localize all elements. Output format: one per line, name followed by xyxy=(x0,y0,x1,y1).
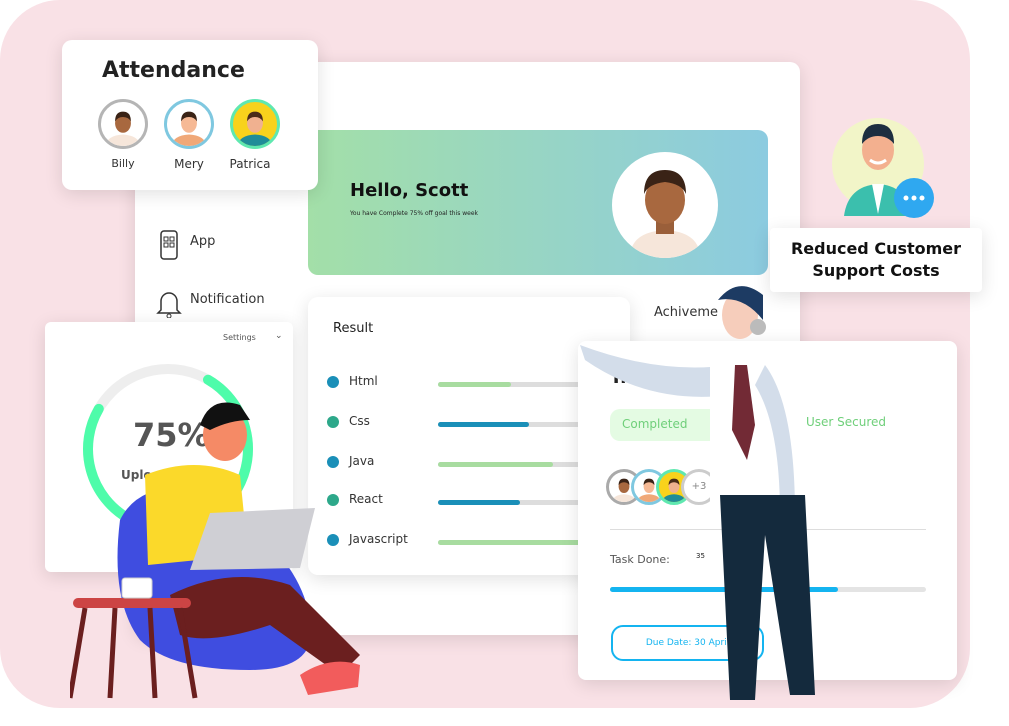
support-costs-label: Reduced Customer Support Costs xyxy=(770,228,982,292)
settings-label: Settings xyxy=(223,333,256,342)
support-line-1: Reduced Customer xyxy=(790,239,962,258)
sidebar-item-notification[interactable]: Notification xyxy=(156,288,276,320)
man-on-beanbag-illustration xyxy=(70,402,360,699)
avatar-billy[interactable] xyxy=(98,99,148,149)
user-avatar xyxy=(612,152,718,258)
greeting-title: Hello, Scott xyxy=(350,180,469,201)
result-progress-fill xyxy=(438,422,529,427)
chevron-down-icon: ⌄ xyxy=(275,331,283,341)
result-title: Result xyxy=(333,321,374,336)
settings-dropdown[interactable]: Settings ⌄ xyxy=(223,331,287,342)
result-progress-fill xyxy=(438,540,584,545)
result-progress-fill xyxy=(438,382,511,387)
attendance-card: Attendance Billy Mery Patrica xyxy=(62,40,318,190)
sidebar-item-label: Notification xyxy=(190,292,265,307)
bell-icon xyxy=(156,292,182,318)
avatar-patrica[interactable] xyxy=(230,99,280,149)
avatar-mery[interactable] xyxy=(164,99,214,149)
attendance-title: Attendance xyxy=(102,58,245,83)
support-agent-illustration xyxy=(832,112,936,222)
result-progress-fill xyxy=(438,500,520,505)
result-dot xyxy=(327,376,339,388)
sidebar-item-app[interactable]: App xyxy=(160,230,280,262)
greeting-subtitle: You have Complete 75% off goal this week xyxy=(350,210,479,217)
support-line-2: Support Costs xyxy=(812,261,940,280)
result-label: Html xyxy=(349,374,378,388)
businessman-presenting-illustration xyxy=(580,286,815,700)
result-progress-fill xyxy=(438,462,553,467)
attendee-name: Patrica xyxy=(229,157,271,171)
welcome-banner: Hello, Scott You have Complete 75% off g… xyxy=(308,130,768,275)
phone-app-icon xyxy=(160,230,178,260)
sidebar-item-label: App xyxy=(190,234,216,249)
